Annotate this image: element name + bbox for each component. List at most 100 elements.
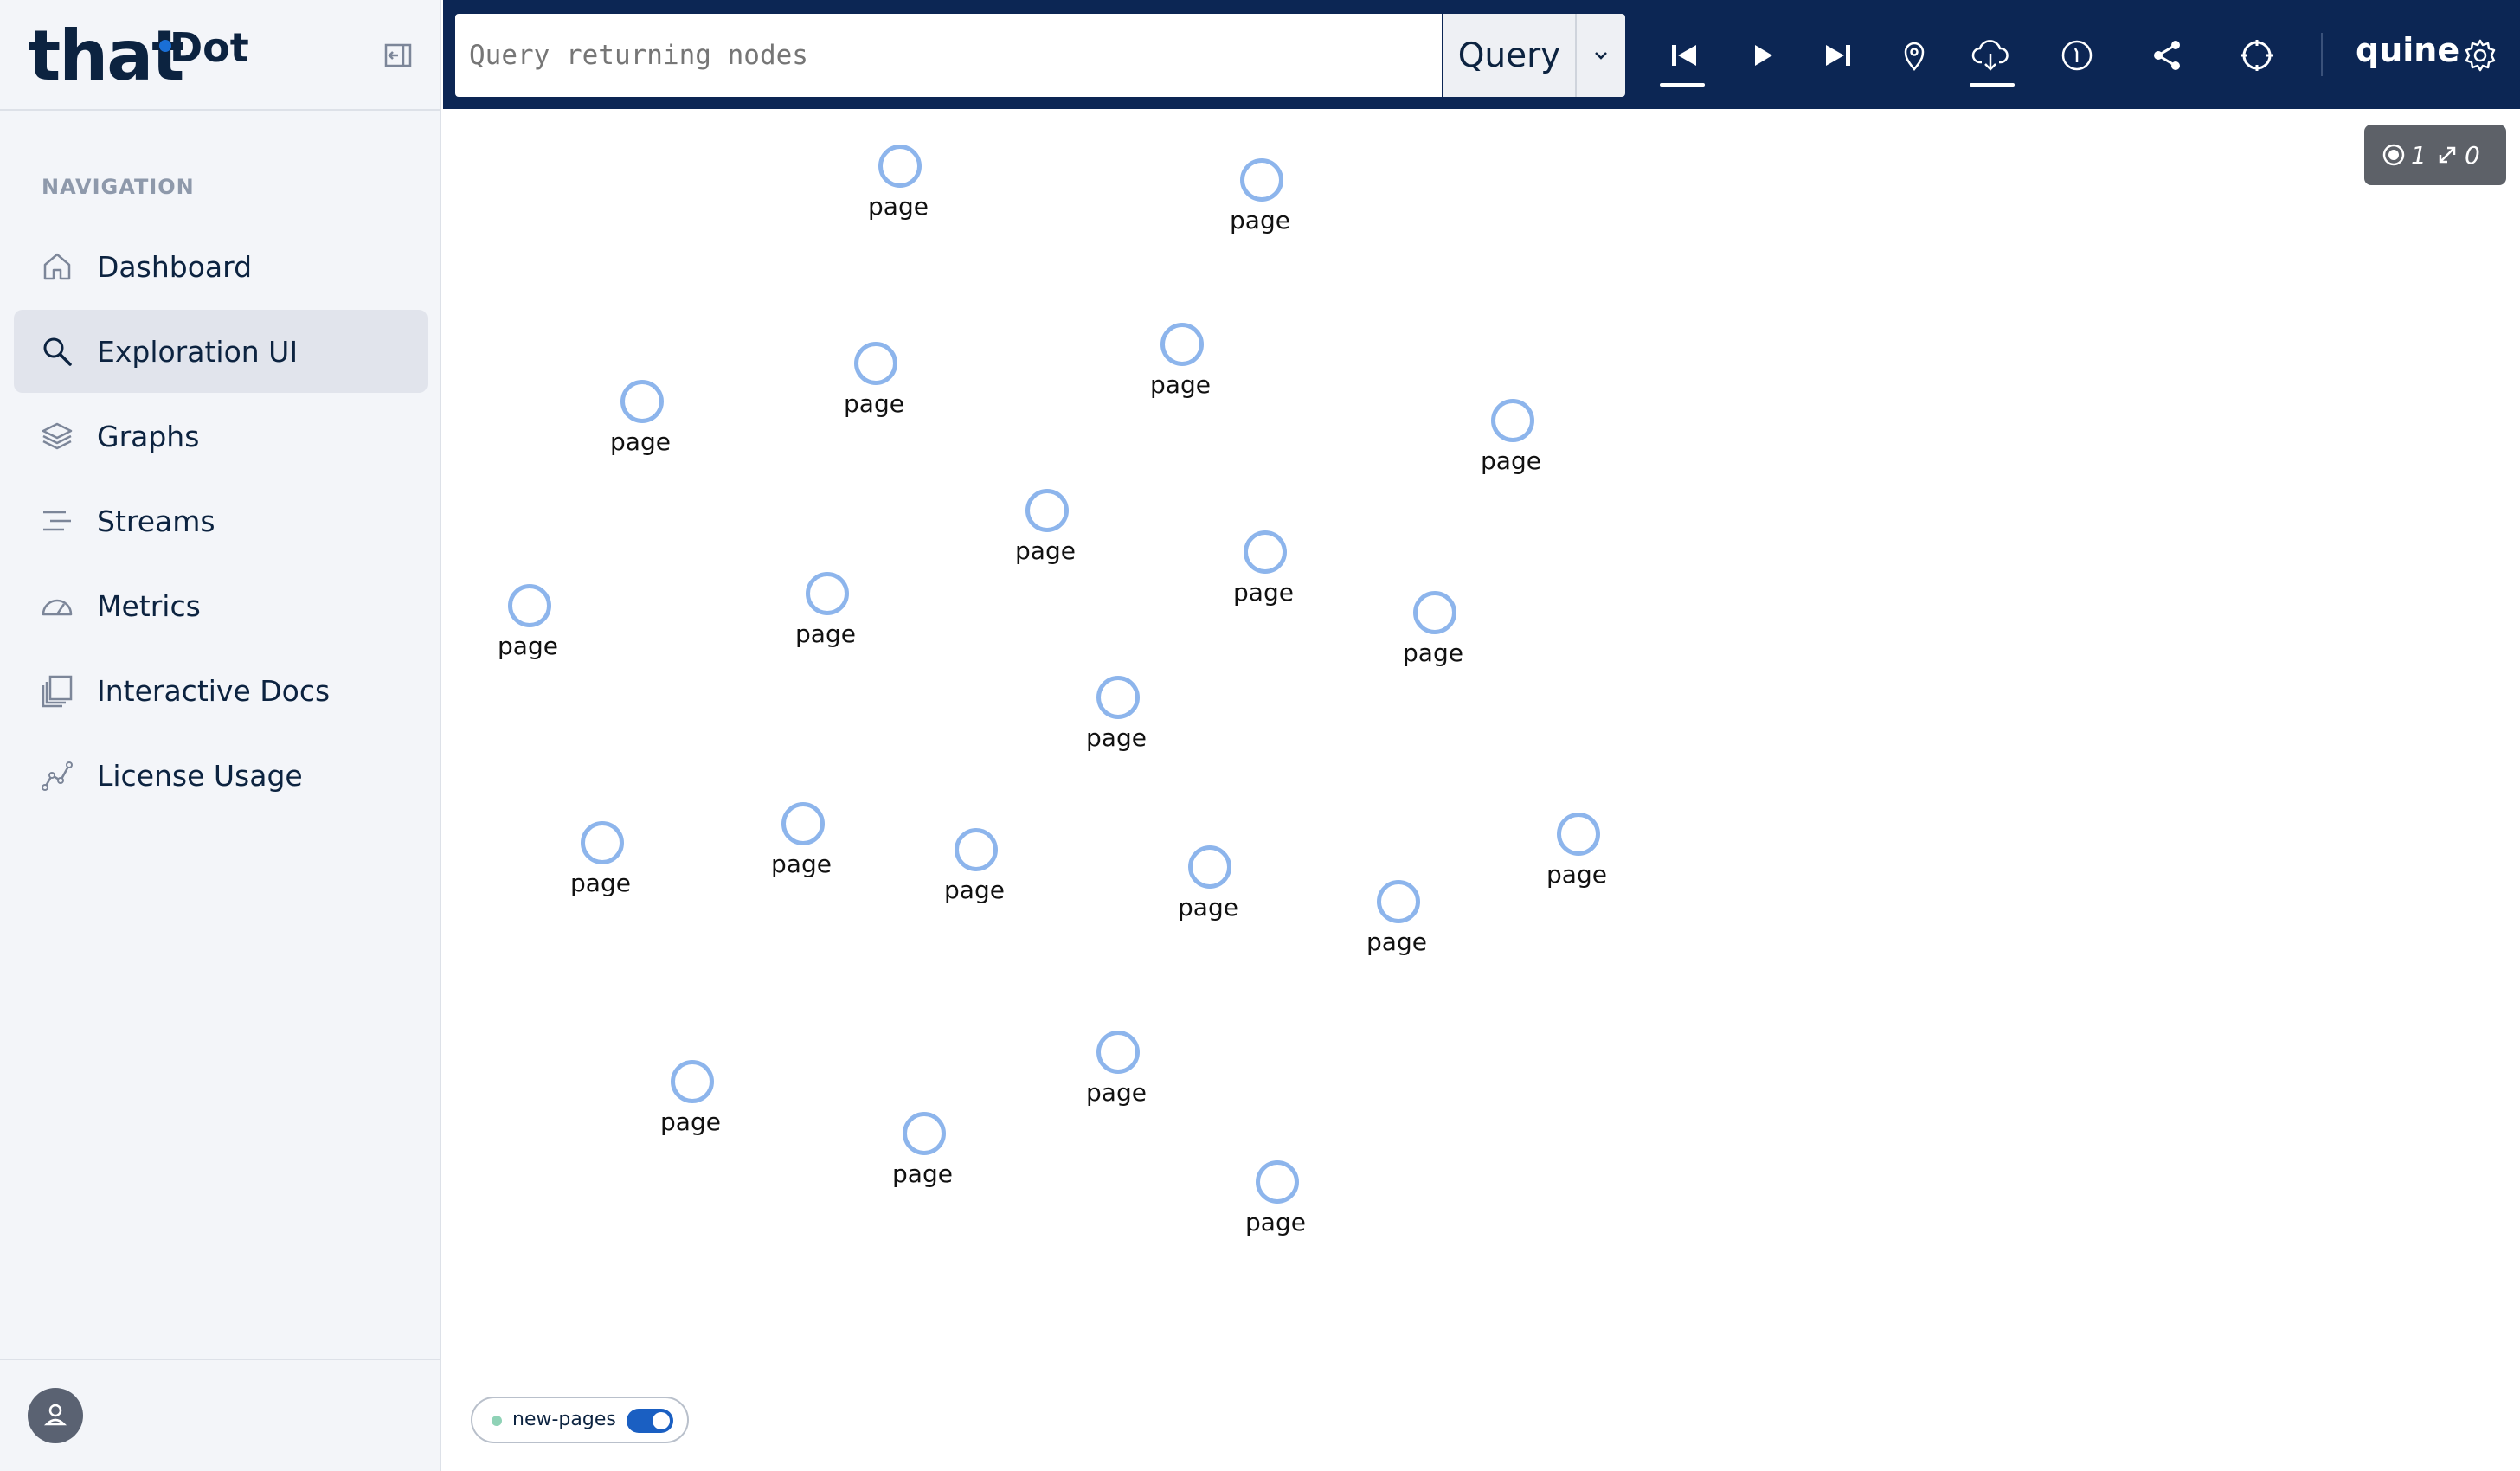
graph-node[interactable]: page (846, 142, 950, 221)
sidebar-item-label: Dashboard (97, 249, 253, 284)
node-label: page (1150, 370, 1211, 399)
node-label: page (892, 1159, 953, 1188)
skip-back-button[interactable] (1663, 35, 1705, 76)
user-icon (43, 1404, 68, 1426)
graph-node[interactable]: page (822, 339, 926, 418)
search-icon (40, 334, 74, 369)
node-circle-icon (1160, 323, 1204, 366)
node-label: page (660, 1108, 721, 1136)
query-options-dropdown[interactable] (1577, 14, 1625, 97)
sidebar-item-exploration-ui[interactable]: Exploration UI (14, 310, 428, 393)
node-label: page (1245, 1208, 1306, 1237)
navigation-heading: NAVIGATION (42, 175, 195, 199)
query-filter-toggle[interactable]: new-pages (471, 1397, 689, 1443)
cloud-download-button[interactable] (1970, 35, 2011, 76)
node-label: page (1015, 536, 1076, 565)
share-button[interactable] (2146, 35, 2188, 76)
node-label: page (944, 876, 1005, 904)
node-circle-icon (620, 380, 664, 423)
sidebar-item-graphs[interactable]: Graphs (14, 395, 428, 478)
top-toolbar: Query quine (443, 0, 2520, 109)
logo-text: that (28, 16, 184, 96)
node-circle-icon (955, 828, 998, 871)
graph-node[interactable]: page (639, 1057, 742, 1136)
user-avatar[interactable] (28, 1388, 83, 1443)
node-circle-icon (1096, 676, 1140, 719)
streams-icon (40, 504, 74, 538)
graph-node[interactable]: page (1224, 1158, 1328, 1237)
home-icon (40, 249, 74, 284)
graph-node[interactable]: page (1208, 156, 1312, 234)
sidebar-divider (0, 109, 440, 111)
graph-node[interactable]: page (1345, 877, 1449, 956)
sidebar-item-dashboard[interactable]: Dashboard (14, 225, 428, 308)
graph-node[interactable]: page (922, 825, 1026, 904)
graph-node[interactable]: page (1156, 843, 1260, 922)
node-circle-icon (854, 342, 897, 385)
product-name: quine (2356, 31, 2460, 69)
node-label: page (868, 192, 929, 221)
node-circle-icon (581, 821, 624, 864)
share-icon (2154, 41, 2180, 70)
graph-canvas[interactable]: page page page page page page page page page page… (443, 111, 2520, 1471)
node-label: page (498, 632, 558, 660)
crosshair-icon (2241, 40, 2272, 71)
graph-node[interactable]: page (1525, 810, 1629, 889)
layers-icon (40, 419, 74, 453)
node-label: page (1230, 206, 1290, 234)
graph-node[interactable]: page (1459, 396, 1563, 475)
nav-list: Dashboard Exploration UI Graphs Streams … (14, 225, 428, 819)
gauge-icon (40, 588, 74, 623)
toggle-switch[interactable] (627, 1409, 673, 1433)
node-label: page (1233, 578, 1294, 607)
docs-icon (40, 673, 74, 708)
play-button[interactable] (1741, 35, 1783, 76)
node-circle-icon (1413, 591, 1456, 634)
graph-node[interactable]: page (549, 819, 652, 897)
filter-label: new-pages (512, 1409, 616, 1430)
node-label: page (1178, 893, 1238, 922)
graph-node[interactable]: page (1064, 1028, 1168, 1107)
status-dot (492, 1416, 502, 1426)
play-icon (1755, 45, 1772, 66)
node-circle-icon (806, 572, 849, 615)
sidebar-item-license-usage[interactable]: License Usage (14, 734, 428, 817)
graph-node[interactable]: page (871, 1109, 974, 1188)
query-input[interactable] (455, 14, 1442, 97)
node-circle-icon (781, 802, 825, 845)
sidebar-item-metrics[interactable]: Metrics (14, 564, 428, 647)
graph-node[interactable]: page (1381, 588, 1485, 667)
graph-node[interactable]: page (774, 569, 878, 648)
collapse-sidebar-icon[interactable] (381, 38, 415, 73)
skip-forward-button[interactable] (1817, 35, 1859, 76)
query-button[interactable]: Query (1443, 14, 1577, 97)
sidebar-item-interactive-docs[interactable]: Interactive Docs (14, 649, 428, 732)
graph-node[interactable]: page (1064, 673, 1168, 752)
info-button[interactable] (2056, 35, 2098, 76)
graph-node[interactable]: page (749, 800, 853, 878)
sidebar-item-label: Exploration UI (97, 334, 299, 369)
usage-chart-icon (40, 758, 74, 793)
node-circle-icon (1491, 399, 1534, 442)
node-circle-icon (1188, 845, 1231, 889)
graph-node[interactable]: page (1212, 528, 1315, 607)
node-circle-icon (1025, 489, 1069, 532)
cloud-download-icon (1971, 40, 2009, 71)
settings-button[interactable] (2459, 35, 2501, 76)
graph-node[interactable]: page (476, 581, 580, 660)
toolbar-divider (2321, 33, 2323, 76)
logo-superscript: Dot (170, 24, 249, 71)
graph-node[interactable]: page (993, 486, 1097, 565)
location-pin-button[interactable] (1893, 35, 1935, 76)
graph-node[interactable]: page (1128, 320, 1232, 399)
node-label: page (1086, 1078, 1147, 1107)
node-label: page (1086, 723, 1147, 752)
active-indicator (1970, 83, 2015, 87)
graph-node[interactable]: page (588, 377, 692, 456)
recenter-button[interactable] (2236, 35, 2278, 76)
node-circle-icon (1240, 158, 1283, 202)
toggle-knob (652, 1412, 670, 1429)
sidebar-item-streams[interactable]: Streams (14, 479, 428, 562)
active-indicator (1660, 83, 1705, 87)
node-label: page (844, 389, 904, 418)
